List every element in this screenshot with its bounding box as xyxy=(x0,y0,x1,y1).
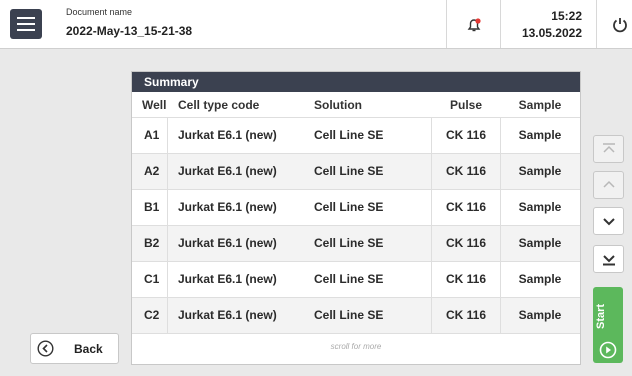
solution-cell: Cell Line SE xyxy=(314,272,384,286)
menu-icon-line xyxy=(17,29,35,31)
cell-divider xyxy=(167,190,168,225)
scroll-down-button[interactable] xyxy=(593,207,624,235)
solution-cell: Cell Line SE xyxy=(314,236,384,250)
cell-type-cell: Jurkat E6.1 (new) xyxy=(178,308,277,322)
back-label: Back xyxy=(74,342,103,356)
sample-cell: Sample xyxy=(518,128,562,142)
cell-type-cell: Jurkat E6.1 (new) xyxy=(178,200,277,214)
well-cell: A1 xyxy=(144,128,160,142)
column-header-well: Well xyxy=(142,98,167,112)
start-button[interactable]: Start xyxy=(593,287,623,363)
pulse-cell: CK 116 xyxy=(445,308,487,322)
summary-table: Summary Well Cell type code Solution Pul… xyxy=(131,71,581,365)
menu-icon-line xyxy=(17,23,35,25)
clock-date: 13.05.2022 xyxy=(521,26,582,40)
cell-divider xyxy=(167,262,168,297)
header-divider xyxy=(446,0,447,48)
scroll-up-icon xyxy=(602,180,615,188)
cell-type-cell: Jurkat E6.1 (new) xyxy=(178,164,277,178)
well-cell: B2 xyxy=(144,236,160,250)
pulse-cell: CK 116 xyxy=(445,236,487,250)
pulse-cell: CK 116 xyxy=(445,164,487,178)
cell-type-cell: Jurkat E6.1 (new) xyxy=(178,272,277,286)
scroll-bottom-button[interactable] xyxy=(593,245,624,273)
clock-time: 15:22 xyxy=(551,9,582,23)
column-header-sample: Sample xyxy=(518,98,562,112)
sample-cell: Sample xyxy=(518,164,562,178)
bell-icon[interactable] xyxy=(466,17,482,33)
document-name-value[interactable]: 2022-May-13_15-21-38 xyxy=(66,24,192,38)
summary-title: Summary xyxy=(132,72,580,92)
menu-icon-line xyxy=(17,17,35,19)
scroll-top-icon xyxy=(602,143,615,153)
sample-cell: Sample xyxy=(518,308,562,322)
cell-divider xyxy=(167,154,168,189)
scroll-up-button[interactable] xyxy=(593,171,624,199)
table-row[interactable]: B1 Jurkat E6.1 (new) Cell Line SE CK 116… xyxy=(132,189,580,225)
back-arrow-icon xyxy=(37,340,54,357)
solution-cell: Cell Line SE xyxy=(314,164,384,178)
back-button[interactable]: Back xyxy=(30,333,119,364)
scroll-down-icon xyxy=(602,218,615,226)
app-header: Document name 2022-May-13_15-21-38 15:22… xyxy=(0,0,632,49)
solution-cell: Cell Line SE xyxy=(314,128,384,142)
pulse-cell: CK 116 xyxy=(445,200,487,214)
cell-type-cell: Jurkat E6.1 (new) xyxy=(178,236,277,250)
play-icon xyxy=(599,341,617,359)
well-cell: C2 xyxy=(144,308,160,322)
table-row[interactable]: C2 Jurkat E6.1 (new) Cell Line SE CK 116… xyxy=(132,297,580,334)
column-header-cell-type: Cell type code xyxy=(178,98,260,112)
scroll-bottom-icon xyxy=(602,255,615,266)
power-icon[interactable] xyxy=(611,16,629,34)
scroll-top-button[interactable] xyxy=(593,135,624,163)
column-header-pulse: Pulse xyxy=(449,98,482,112)
pulse-cell: CK 116 xyxy=(445,272,487,286)
document-name-label: Document name xyxy=(66,7,133,17)
cell-type-cell: Jurkat E6.1 (new) xyxy=(178,128,277,142)
cell-divider xyxy=(167,298,168,333)
table-row[interactable]: A2 Jurkat E6.1 (new) Cell Line SE CK 116… xyxy=(132,153,580,189)
solution-cell: Cell Line SE xyxy=(314,308,384,322)
header-divider xyxy=(596,0,597,48)
scroll-hint: scroll for more xyxy=(330,342,382,351)
sample-cell: Sample xyxy=(518,272,562,286)
table-row[interactable]: A1 Jurkat E6.1 (new) Cell Line SE CK 116… xyxy=(132,117,580,153)
sample-cell: Sample xyxy=(518,236,562,250)
cell-divider xyxy=(167,118,168,153)
cell-divider xyxy=(167,226,168,261)
table-row[interactable]: C1 Jurkat E6.1 (new) Cell Line SE CK 116… xyxy=(132,261,580,297)
table-row[interactable]: B2 Jurkat E6.1 (new) Cell Line SE CK 116… xyxy=(132,225,580,261)
sample-cell: Sample xyxy=(518,200,562,214)
well-cell: B1 xyxy=(144,200,160,214)
solution-cell: Cell Line SE xyxy=(314,200,384,214)
column-header-solution: Solution xyxy=(314,98,362,112)
header-divider xyxy=(500,0,501,48)
well-cell: C1 xyxy=(144,272,160,286)
menu-button[interactable] xyxy=(10,9,42,39)
well-cell: A2 xyxy=(144,164,160,178)
pulse-cell: CK 116 xyxy=(445,128,487,142)
start-label: Start xyxy=(595,303,607,329)
